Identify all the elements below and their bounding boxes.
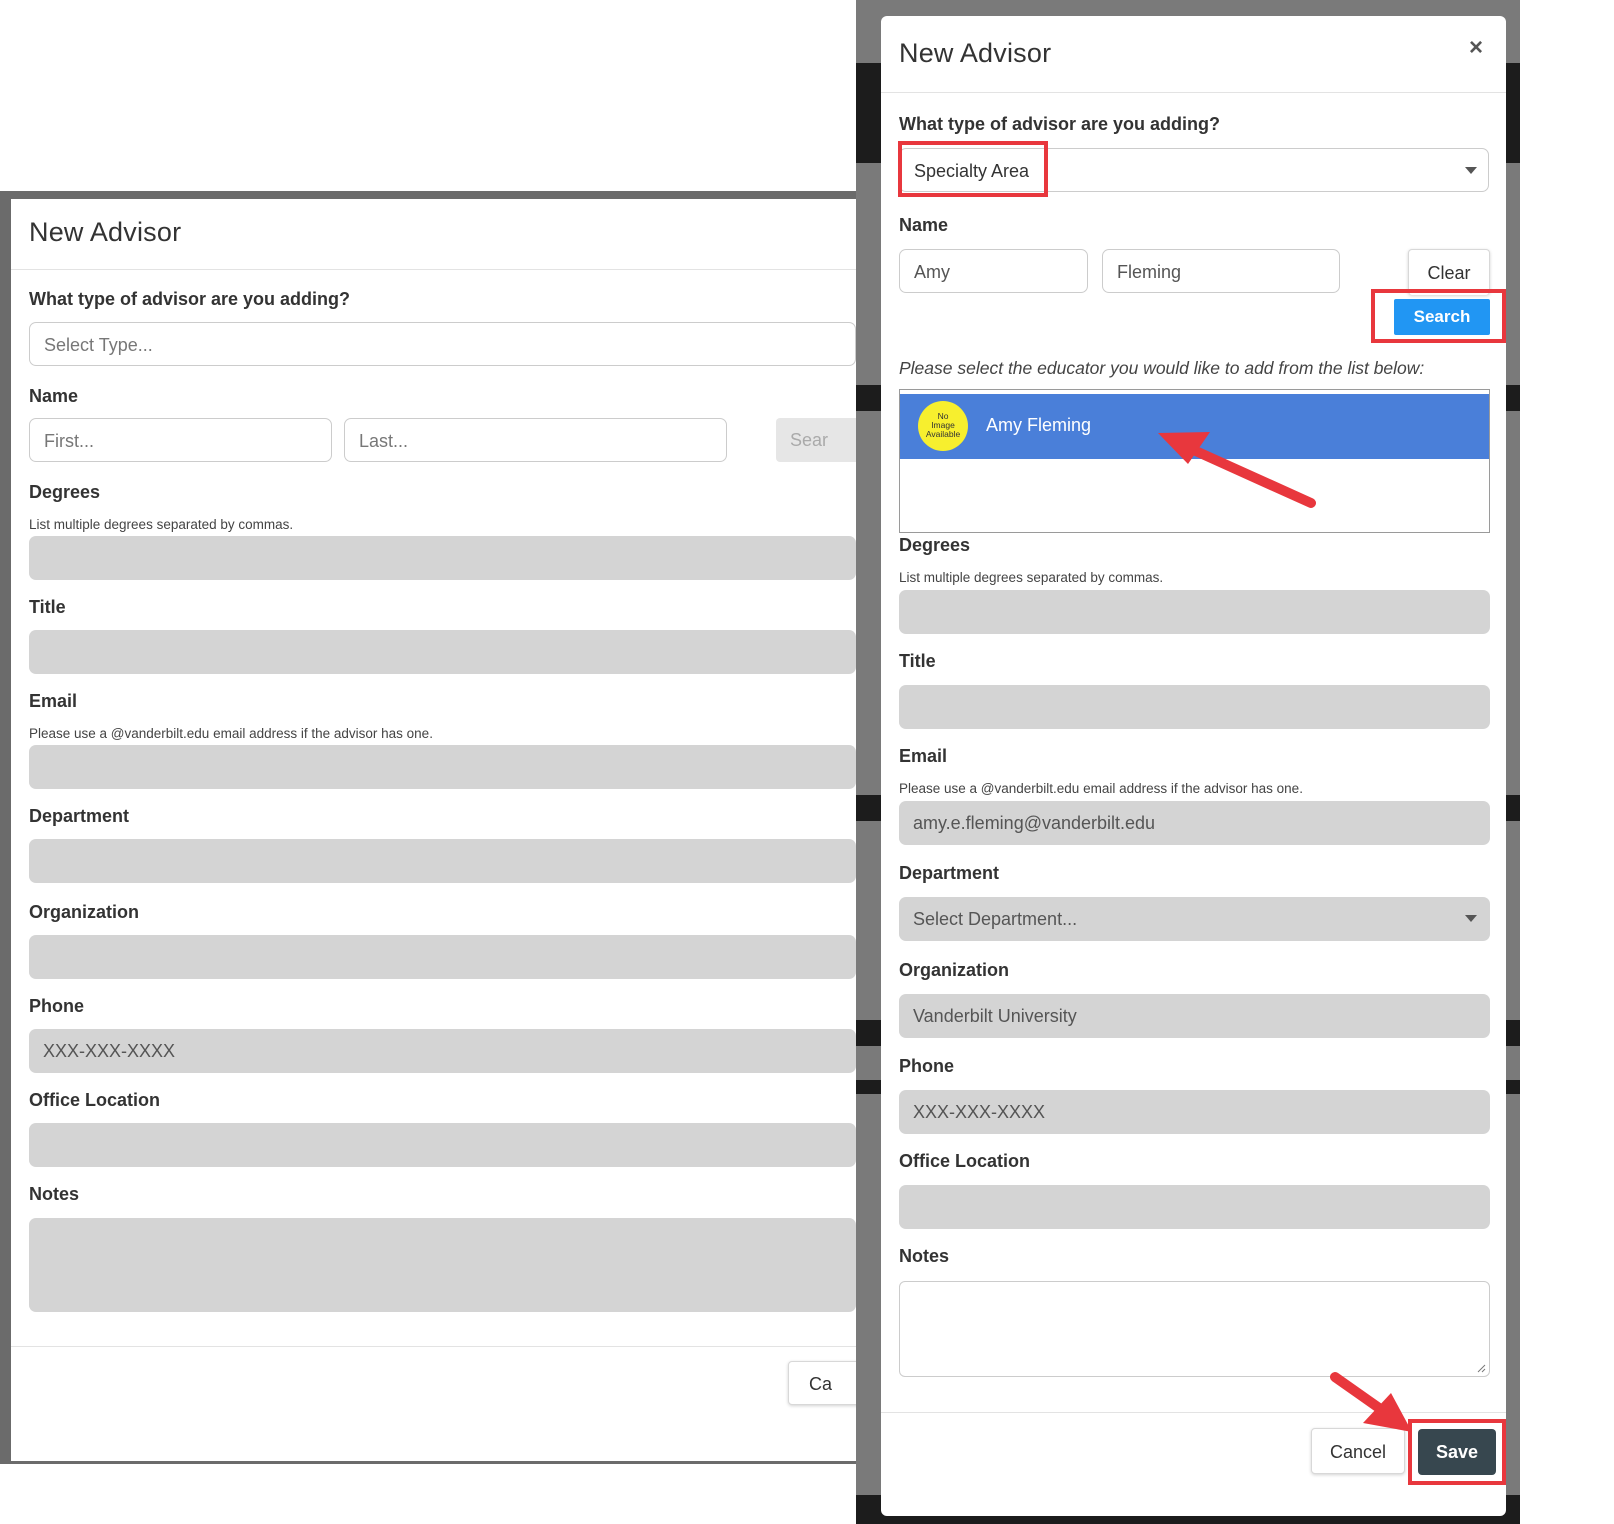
arrow-annotation-icon [1330,1372,1412,1432]
screenshot-stage: New Advisor What type of advisor are you… [0,0,1614,1524]
annotation-overlay [1158,432,1412,1432]
arrow-annotation-icon [1158,432,1316,508]
